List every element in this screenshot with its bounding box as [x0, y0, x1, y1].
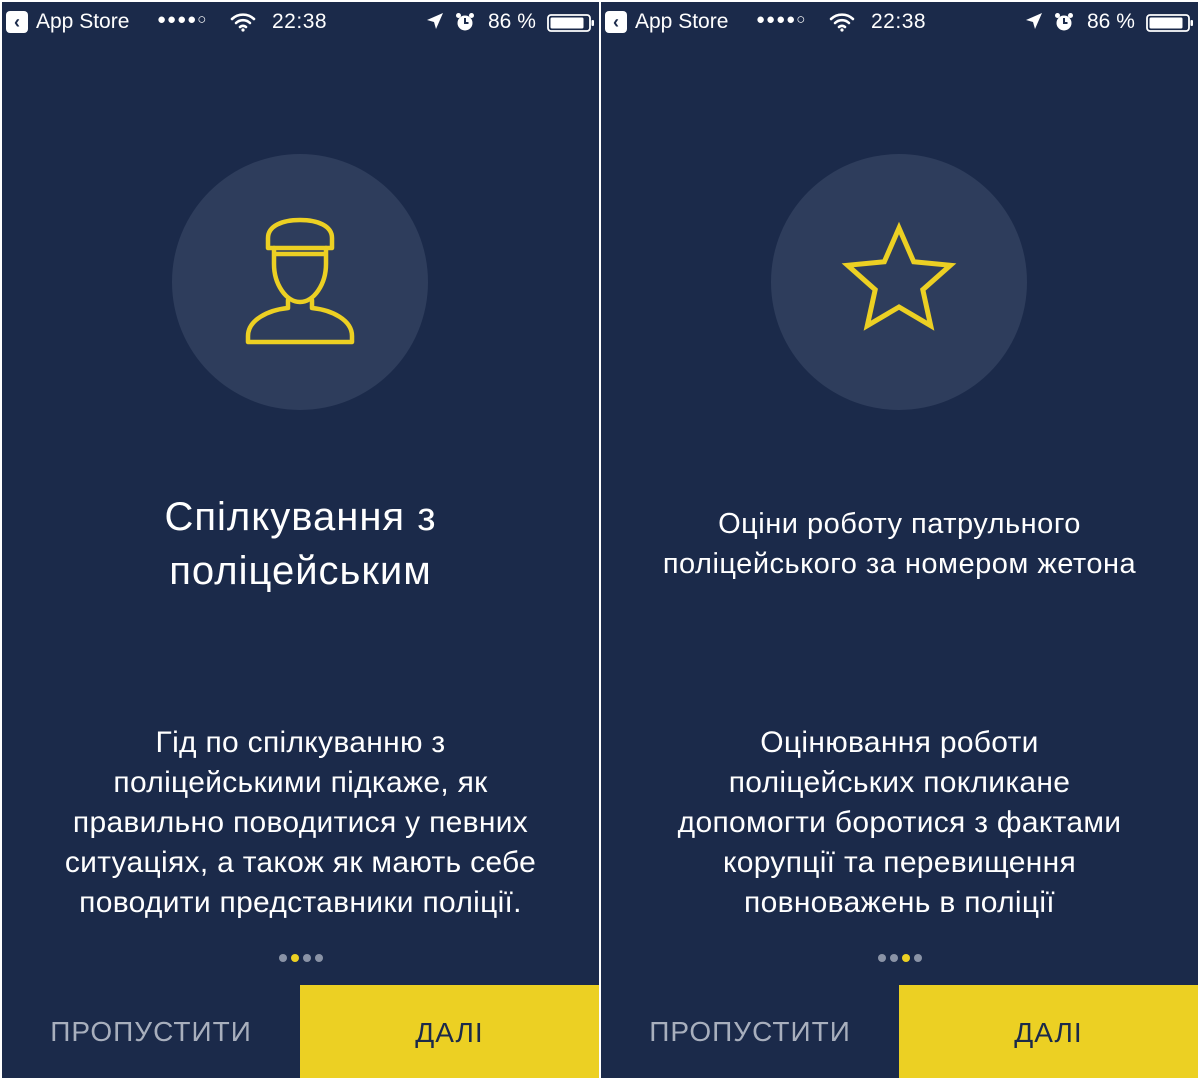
icon-circle — [771, 154, 1027, 410]
wifi-icon — [829, 12, 855, 38]
description-line: поліцейськими підкаже, як — [113, 766, 488, 799]
page-dot — [314, 954, 323, 962]
alarm-clock-icon — [455, 12, 475, 38]
icon-circle — [172, 154, 428, 410]
star-icon — [841, 221, 957, 331]
battery-percent: 86 % — [488, 10, 536, 33]
signal-strength: ●●●●○ — [756, 11, 807, 28]
page-title-line: Оціни роботу патрульного — [718, 508, 1081, 540]
page-title: Оціни роботу патрульного поліцейського з… — [601, 504, 1198, 584]
status-bar: ‹ App Store ●●●●○ 22:38 86 % — [2, 2, 599, 40]
back-to-app-store-link[interactable]: App Store — [635, 10, 728, 34]
chevron-left-icon[interactable]: ‹ — [605, 11, 627, 33]
status-time: 22:38 — [871, 10, 927, 33]
page-title: Спілкування з поліцейським — [2, 490, 599, 598]
page-dot — [877, 954, 886, 962]
chevron-left-icon[interactable]: ‹ — [6, 11, 28, 33]
onboarding-screen-rating: ‹ App Store ●●●●○ 22:38 86 % Оціни робот… — [601, 2, 1198, 1078]
description-line: повноважень в поліції — [744, 886, 1055, 919]
page-dot — [302, 954, 311, 962]
page-description: Оцінювання роботи поліцейських покликане… — [611, 723, 1188, 923]
battery-icon — [547, 14, 595, 38]
page-title-line: Спілкування з — [164, 495, 437, 539]
battery-percent: 86 % — [1087, 10, 1135, 33]
description-line: Гід по спілкуванню з — [155, 726, 446, 759]
wifi-icon — [230, 12, 256, 38]
location-arrow-icon — [426, 12, 444, 36]
page-dot — [889, 954, 898, 962]
page-description: Гід по спілкуванню з поліцейськими підка… — [12, 723, 589, 923]
next-button[interactable]: ДАЛІ — [899, 985, 1198, 1078]
status-bar: ‹ App Store ●●●●○ 22:38 86 % — [601, 2, 1198, 40]
description-line: правильно поводитися у певних — [72, 806, 529, 839]
police-officer-icon — [245, 217, 355, 345]
description-line: ситуаціях, а також як мають себе — [64, 846, 537, 879]
page-title-line: поліцейським — [169, 549, 432, 593]
page-dot-active — [290, 954, 299, 962]
location-arrow-icon — [1025, 12, 1043, 36]
back-to-app-store-link[interactable]: App Store — [36, 10, 129, 34]
stage: ‹ App Store ●●●●○ 22:38 86 % Спілкування… — [0, 0, 1200, 1080]
page-indicator — [2, 954, 599, 962]
skip-button[interactable]: ПРОПУСТИТИ — [2, 985, 300, 1078]
battery-icon — [1146, 14, 1194, 38]
description-line: поводити представники поліції. — [79, 886, 522, 919]
page-dot — [913, 954, 922, 962]
description-line: Оцінювання роботи — [760, 726, 1039, 759]
onboarding-screen-communication: ‹ App Store ●●●●○ 22:38 86 % Спілкування… — [2, 2, 599, 1078]
page-dot-active — [901, 954, 910, 962]
description-line: корупції та перевищення — [723, 846, 1076, 879]
page-title-line: поліцейського за номером жетона — [662, 548, 1137, 580]
description-line: допомогти боротися з фактами — [677, 806, 1122, 839]
description-line: поліцейських покликане — [728, 766, 1071, 799]
next-button[interactable]: ДАЛІ — [300, 985, 599, 1078]
skip-button[interactable]: ПРОПУСТИТИ — [601, 985, 899, 1078]
alarm-clock-icon — [1054, 12, 1074, 38]
status-time: 22:38 — [272, 10, 328, 33]
signal-strength: ●●●●○ — [157, 11, 208, 28]
page-dot — [278, 954, 287, 962]
page-indicator — [601, 954, 1198, 962]
